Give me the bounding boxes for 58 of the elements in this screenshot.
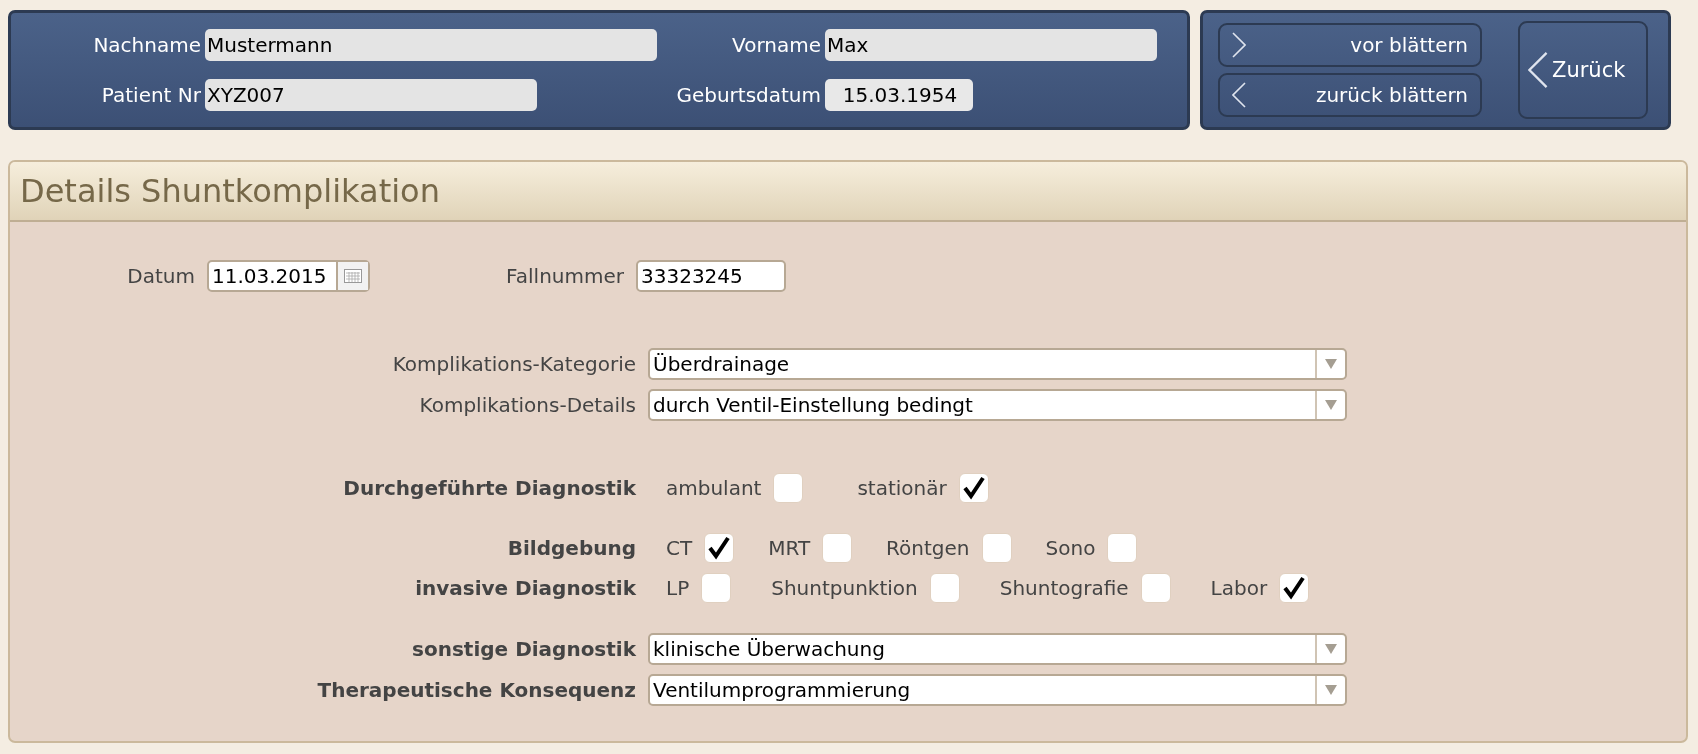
dropdown[interactable]: klinische Überwachung	[648, 633, 1347, 665]
page-button[interactable]: vor blättern	[1218, 23, 1482, 67]
dropdown-arrow-icon	[1325, 359, 1337, 369]
text-field[interactable]: Mustermann	[205, 29, 657, 61]
field-label: Bildgebung	[506, 536, 637, 560]
checkbox[interactable]	[1107, 533, 1138, 563]
case-number-field[interactable]: 33323245	[636, 260, 786, 292]
checkmark-icon	[961, 476, 986, 500]
field-label: Therapeutische Konsequenz	[316, 678, 637, 702]
field-label: Komplikations-Kategorie	[391, 352, 637, 376]
checkbox[interactable]	[704, 533, 735, 563]
text-field[interactable]: XYZ007	[205, 79, 537, 111]
checkbox-label: Sono	[1045, 536, 1096, 560]
checkmark-icon	[1282, 576, 1307, 600]
chevron-right-icon	[1232, 32, 1246, 58]
chevron-left-icon	[1232, 82, 1246, 108]
field-label: Vorname	[731, 32, 822, 59]
text-field[interactable]: 15.03.1954	[825, 79, 973, 111]
field-label: invasive Diagnostik	[414, 576, 637, 600]
page-button[interactable]: zurück blättern	[1218, 73, 1482, 117]
dropdown[interactable]: Überdrainage	[648, 348, 1347, 380]
dropdown-arrow-icon	[1325, 400, 1337, 410]
checkbox-label: Labor	[1210, 576, 1268, 600]
field-label: Patient Nr	[100, 82, 202, 109]
calendar-icon[interactable]	[336, 262, 368, 290]
checkbox[interactable]	[929, 573, 960, 603]
checkbox[interactable]	[822, 533, 853, 563]
field-label: Fallnummer	[505, 264, 625, 288]
chevron-left-icon	[1528, 50, 1548, 90]
checkbox[interactable]	[1140, 573, 1171, 603]
date-field[interactable]: 11.03.2015	[207, 260, 370, 292]
field-label: sonstige Diagnostik	[411, 637, 637, 661]
field-label: Durchgeführte Diagnostik	[342, 476, 637, 500]
checkmark-icon	[707, 536, 732, 560]
field-label: Geburtsdatum	[675, 82, 822, 109]
checkbox-label: ambulant	[666, 476, 762, 500]
back-button[interactable]: Zurück	[1518, 21, 1648, 119]
field-label: Komplikations-Details	[418, 393, 637, 417]
dropdown-arrow-icon	[1325, 685, 1337, 695]
checkbox[interactable]	[1279, 573, 1310, 603]
checkbox[interactable]	[958, 473, 989, 503]
checkbox-label: Shuntografie	[999, 576, 1129, 600]
checkbox[interactable]	[981, 533, 1012, 563]
checkbox-label: LP	[666, 576, 690, 600]
checkbox[interactable]	[701, 573, 732, 603]
field-label: Datum	[126, 264, 196, 288]
checkbox[interactable]	[773, 473, 804, 503]
checkbox-label: CT	[666, 536, 693, 560]
field-label: Nachname	[92, 32, 202, 59]
dropdown[interactable]: Ventilumprogrammierung	[648, 674, 1347, 706]
panel-title: Details Shuntkomplikation	[20, 172, 440, 210]
checkbox-label: MRT	[768, 536, 811, 560]
checkbox-label: Röntgen	[886, 536, 970, 560]
dropdown[interactable]: durch Ventil-Einstellung bedingt	[648, 389, 1347, 421]
text-field[interactable]: Max	[825, 29, 1157, 61]
checkbox-label: Shuntpunktion	[771, 576, 918, 600]
checkbox-label: stationär	[857, 476, 947, 500]
dropdown-arrow-icon	[1325, 644, 1337, 654]
